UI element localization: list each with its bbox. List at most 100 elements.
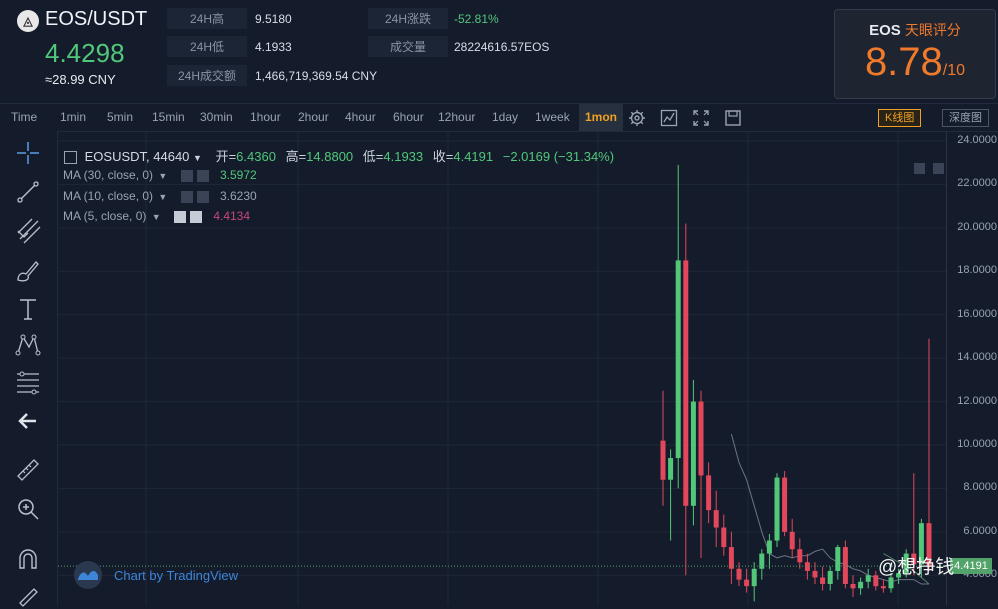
candle-body[interactable] <box>880 586 886 589</box>
watermark-text: @想挣钱 <box>878 557 955 578</box>
ma5-close-icon[interactable] <box>189 210 202 223</box>
depth-chart-button[interactable]: 深度图 <box>942 109 989 127</box>
y-tick-label: 10.0000 <box>957 438 997 450</box>
candle-body[interactable] <box>660 440 666 480</box>
candle-body[interactable] <box>835 547 841 571</box>
tf-1hour[interactable]: 1hour <box>250 104 281 131</box>
candle-body[interactable] <box>842 547 848 584</box>
stat-value-24h-high: 9.5180 <box>255 12 292 26</box>
high-value: 14.8800 <box>306 149 354 164</box>
crosshair-icon[interactable] <box>14 139 42 167</box>
ma30-label[interactable]: MA (30, close, 0) <box>63 168 153 182</box>
ma10-chevron-icon[interactable]: ▼ <box>158 192 167 202</box>
tf-1mon[interactable]: 1mon <box>579 104 624 131</box>
candle-body[interactable] <box>683 260 689 506</box>
tf-12hour[interactable]: 12hour <box>438 104 475 131</box>
chart-toolbar: Time 1min 5min 15min 30min 1hour 2hour 4… <box>0 103 998 132</box>
candle-body[interactable] <box>713 510 719 528</box>
collapse-icon[interactable] <box>64 151 77 165</box>
ruler-icon[interactable] <box>14 456 42 484</box>
stat-label-24h-turnover: 24H成交额 <box>167 65 247 86</box>
chevron-down-icon[interactable]: ▼ <box>193 153 202 163</box>
candle-body[interactable] <box>812 570 818 578</box>
y-tick-label: 18.0000 <box>957 264 997 277</box>
candle-body[interactable] <box>728 547 734 569</box>
candle-body[interactable] <box>751 568 757 587</box>
candle-body[interactable] <box>744 579 750 587</box>
pair-title: EOS/USDT <box>45 8 148 30</box>
candle-body[interactable] <box>858 581 864 589</box>
candle-body[interactable] <box>782 477 788 532</box>
y-tick-label: 16.0000 <box>957 307 997 320</box>
tf-2hour[interactable]: 2hour <box>298 104 329 131</box>
fullscreen-icon[interactable] <box>692 109 710 127</box>
price-axis[interactable]: 24.0000 22.0000 20.0000 18.0000 16.0000 14.00… <box>946 131 998 605</box>
zoom-in-icon[interactable] <box>14 495 42 523</box>
candle-body[interactable] <box>766 540 772 554</box>
current-price-tag: 4.4191 <box>950 558 992 575</box>
ma10-close-icon[interactable] <box>196 190 209 203</box>
candle-body[interactable] <box>690 401 696 506</box>
kline-button[interactable]: K线图 <box>878 109 922 127</box>
low-label: 低= <box>362 149 384 164</box>
cny-price: ≈28.99 CNY <box>45 72 116 87</box>
ma5-chevron-icon[interactable]: ▼ <box>152 212 161 222</box>
candle-body[interactable] <box>736 568 742 580</box>
ma10-label[interactable]: MA (10, close, 0) <box>63 189 153 203</box>
ma10-legend: MA (10, close, 0) ▼ 3.6230 <box>63 189 257 203</box>
tf-time[interactable]: Time <box>11 104 37 131</box>
settings-gear-icon[interactable] <box>628 109 646 127</box>
tf-1week[interactable]: 1week <box>535 104 570 131</box>
ma30-settings-icon[interactable] <box>180 169 193 182</box>
pattern-icon[interactable] <box>14 331 42 359</box>
candle-body[interactable] <box>789 531 795 550</box>
candle-body[interactable] <box>675 260 681 459</box>
scroll-up-icon[interactable] <box>933 163 945 175</box>
ma30-close-icon[interactable] <box>196 169 209 182</box>
tf-4hour[interactable]: 4hour <box>345 104 376 131</box>
ma5-label[interactable]: MA (5, close, 0) <box>63 209 146 223</box>
fib-retracement-icon[interactable] <box>14 368 42 396</box>
ma5-settings-icon[interactable] <box>173 210 186 223</box>
stat-value-volume: 28224616.57EOS <box>454 40 550 54</box>
symbol-label[interactable]: EOSUSDT, 44640 <box>85 149 190 164</box>
tf-15min[interactable]: 15min <box>152 104 185 131</box>
trend-line-icon[interactable] <box>14 178 42 206</box>
tf-30min[interactable]: 30min <box>200 104 233 131</box>
candle-body[interactable] <box>774 477 780 541</box>
ma5-value: 4.4134 <box>213 209 251 223</box>
back-arrow-icon[interactable] <box>14 407 42 435</box>
indicators-icon[interactable] <box>660 109 678 127</box>
candle-body[interactable] <box>706 475 712 511</box>
high-label: 高= <box>285 149 307 164</box>
magnet-icon[interactable] <box>14 546 42 574</box>
candle-body[interactable] <box>721 527 727 548</box>
ma10-value: 3.6230 <box>220 189 257 203</box>
candle-body[interactable] <box>850 583 856 589</box>
save-icon[interactable] <box>724 109 742 127</box>
ma10-settings-icon[interactable] <box>180 190 193 203</box>
text-tool-icon[interactable] <box>14 295 42 323</box>
candle-body[interactable] <box>797 549 803 563</box>
scroll-arrows <box>910 160 945 178</box>
candle-body[interactable] <box>865 575 871 582</box>
candle-body[interactable] <box>827 570 833 584</box>
tradingview-attribution[interactable]: Chart by TradingView <box>72 561 238 589</box>
brush-icon[interactable] <box>14 256 42 284</box>
ma30-value: 3.5972 <box>220 168 257 182</box>
candle-body[interactable] <box>888 577 894 589</box>
pitchfork-icon[interactable] <box>14 217 42 245</box>
candle-body[interactable] <box>668 458 674 480</box>
candle-body[interactable] <box>698 401 704 476</box>
ma30-chevron-icon[interactable]: ▼ <box>158 171 167 181</box>
tf-5min[interactable]: 5min <box>107 104 133 131</box>
y-tick-label: 14.0000 <box>957 351 997 364</box>
tf-1day[interactable]: 1day <box>492 104 518 131</box>
scroll-down-icon[interactable] <box>914 163 925 175</box>
candle-body[interactable] <box>820 577 826 584</box>
tradingview-text[interactable]: Chart by TradingView <box>114 568 238 583</box>
tf-6hour[interactable]: 6hour <box>393 104 424 131</box>
tf-1min[interactable]: 1min <box>60 104 86 131</box>
y-tick-label: 12.0000 <box>957 394 997 407</box>
stat-label-24h-high: 24H高 <box>167 8 247 29</box>
